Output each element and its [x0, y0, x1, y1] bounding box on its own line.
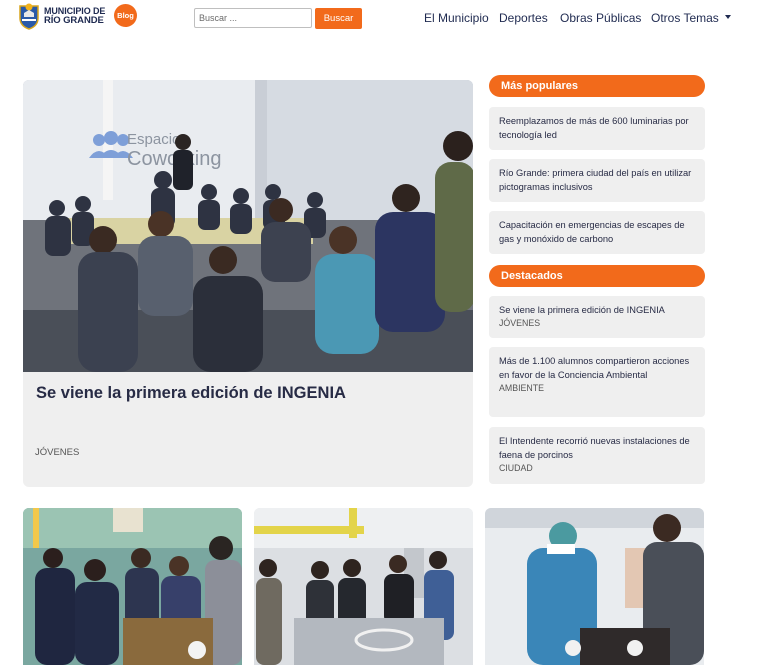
highlight-item-category[interactable]: JÓVENES	[499, 317, 697, 330]
popular-item[interactable]: Río Grande: primera ciudad del país en u…	[489, 159, 705, 202]
article-thumbnail-2[interactable]	[254, 508, 473, 665]
search-input[interactable]	[194, 8, 312, 28]
article-thumbnail-3[interactable]	[485, 508, 704, 665]
highlight-item[interactable]: El Intendente recorrió nuevas instalacio…	[489, 427, 705, 484]
logo-text: MUNICIPIO DE RÍO GRANDE	[44, 6, 106, 26]
featured-title[interactable]: Se viene la primera edición de INGENIA	[36, 384, 456, 403]
surgery-photo-image	[485, 508, 704, 665]
facility-photo-image	[254, 508, 473, 665]
popular-item-title[interactable]: Reemplazamos de más de 600 luminarias po…	[499, 114, 697, 142]
popular-item[interactable]: Capacitación en emergencias de escapes d…	[489, 211, 705, 254]
highlights-heading: Destacados	[489, 265, 705, 287]
nav-deportes[interactable]: Deportes	[499, 11, 548, 25]
search-button[interactable]: Buscar	[315, 8, 362, 29]
popular-item-title[interactable]: Capacitación en emergencias de escapes d…	[499, 218, 697, 246]
coworking-photo-image: Espacio Coworking	[23, 80, 473, 372]
highlight-item-title[interactable]: Se viene la primera edición de INGENIA	[499, 303, 697, 317]
highlight-item-category[interactable]: CIUDAD	[499, 462, 697, 475]
blog-badge: Blog	[114, 4, 137, 27]
featured-article[interactable]: Espacio Coworking	[23, 80, 473, 487]
highlight-item-category[interactable]: AMBIENTE	[499, 382, 697, 395]
popular-heading: Más populares	[489, 75, 705, 97]
coat-of-arms-icon	[19, 3, 39, 30]
popular-item[interactable]: Reemplazamos de más de 600 luminarias po…	[489, 107, 705, 150]
site-logo[interactable]: MUNICIPIO DE RÍO GRANDE Blog	[18, 2, 138, 32]
site-header: MUNICIPIO DE RÍO GRANDE Blog Buscar El M…	[0, 0, 762, 40]
sign-text: Espacio	[127, 131, 180, 148]
students-photo-image	[23, 508, 242, 665]
popular-item-title[interactable]: Río Grande: primera ciudad del país en u…	[499, 166, 697, 194]
nav-obras-publicas[interactable]: Obras Públicas	[560, 11, 641, 25]
featured-category[interactable]: JÓVENES	[35, 447, 79, 458]
highlight-item[interactable]: Se viene la primera edición de INGENIA J…	[489, 296, 705, 338]
highlight-item-title[interactable]: Más de 1.100 alumnos compartieron accion…	[499, 354, 697, 382]
nav-el-municipio[interactable]: El Municipio	[424, 11, 489, 25]
chevron-down-icon[interactable]	[725, 15, 731, 19]
highlight-item-title[interactable]: El Intendente recorrió nuevas instalacio…	[499, 434, 697, 462]
highlight-item[interactable]: Más de 1.100 alumnos compartieron accion…	[489, 347, 705, 417]
nav-otros-temas[interactable]: Otros Temas	[651, 11, 719, 25]
featured-photo: Espacio Coworking	[23, 80, 473, 372]
article-thumbnail-1[interactable]	[23, 508, 242, 665]
